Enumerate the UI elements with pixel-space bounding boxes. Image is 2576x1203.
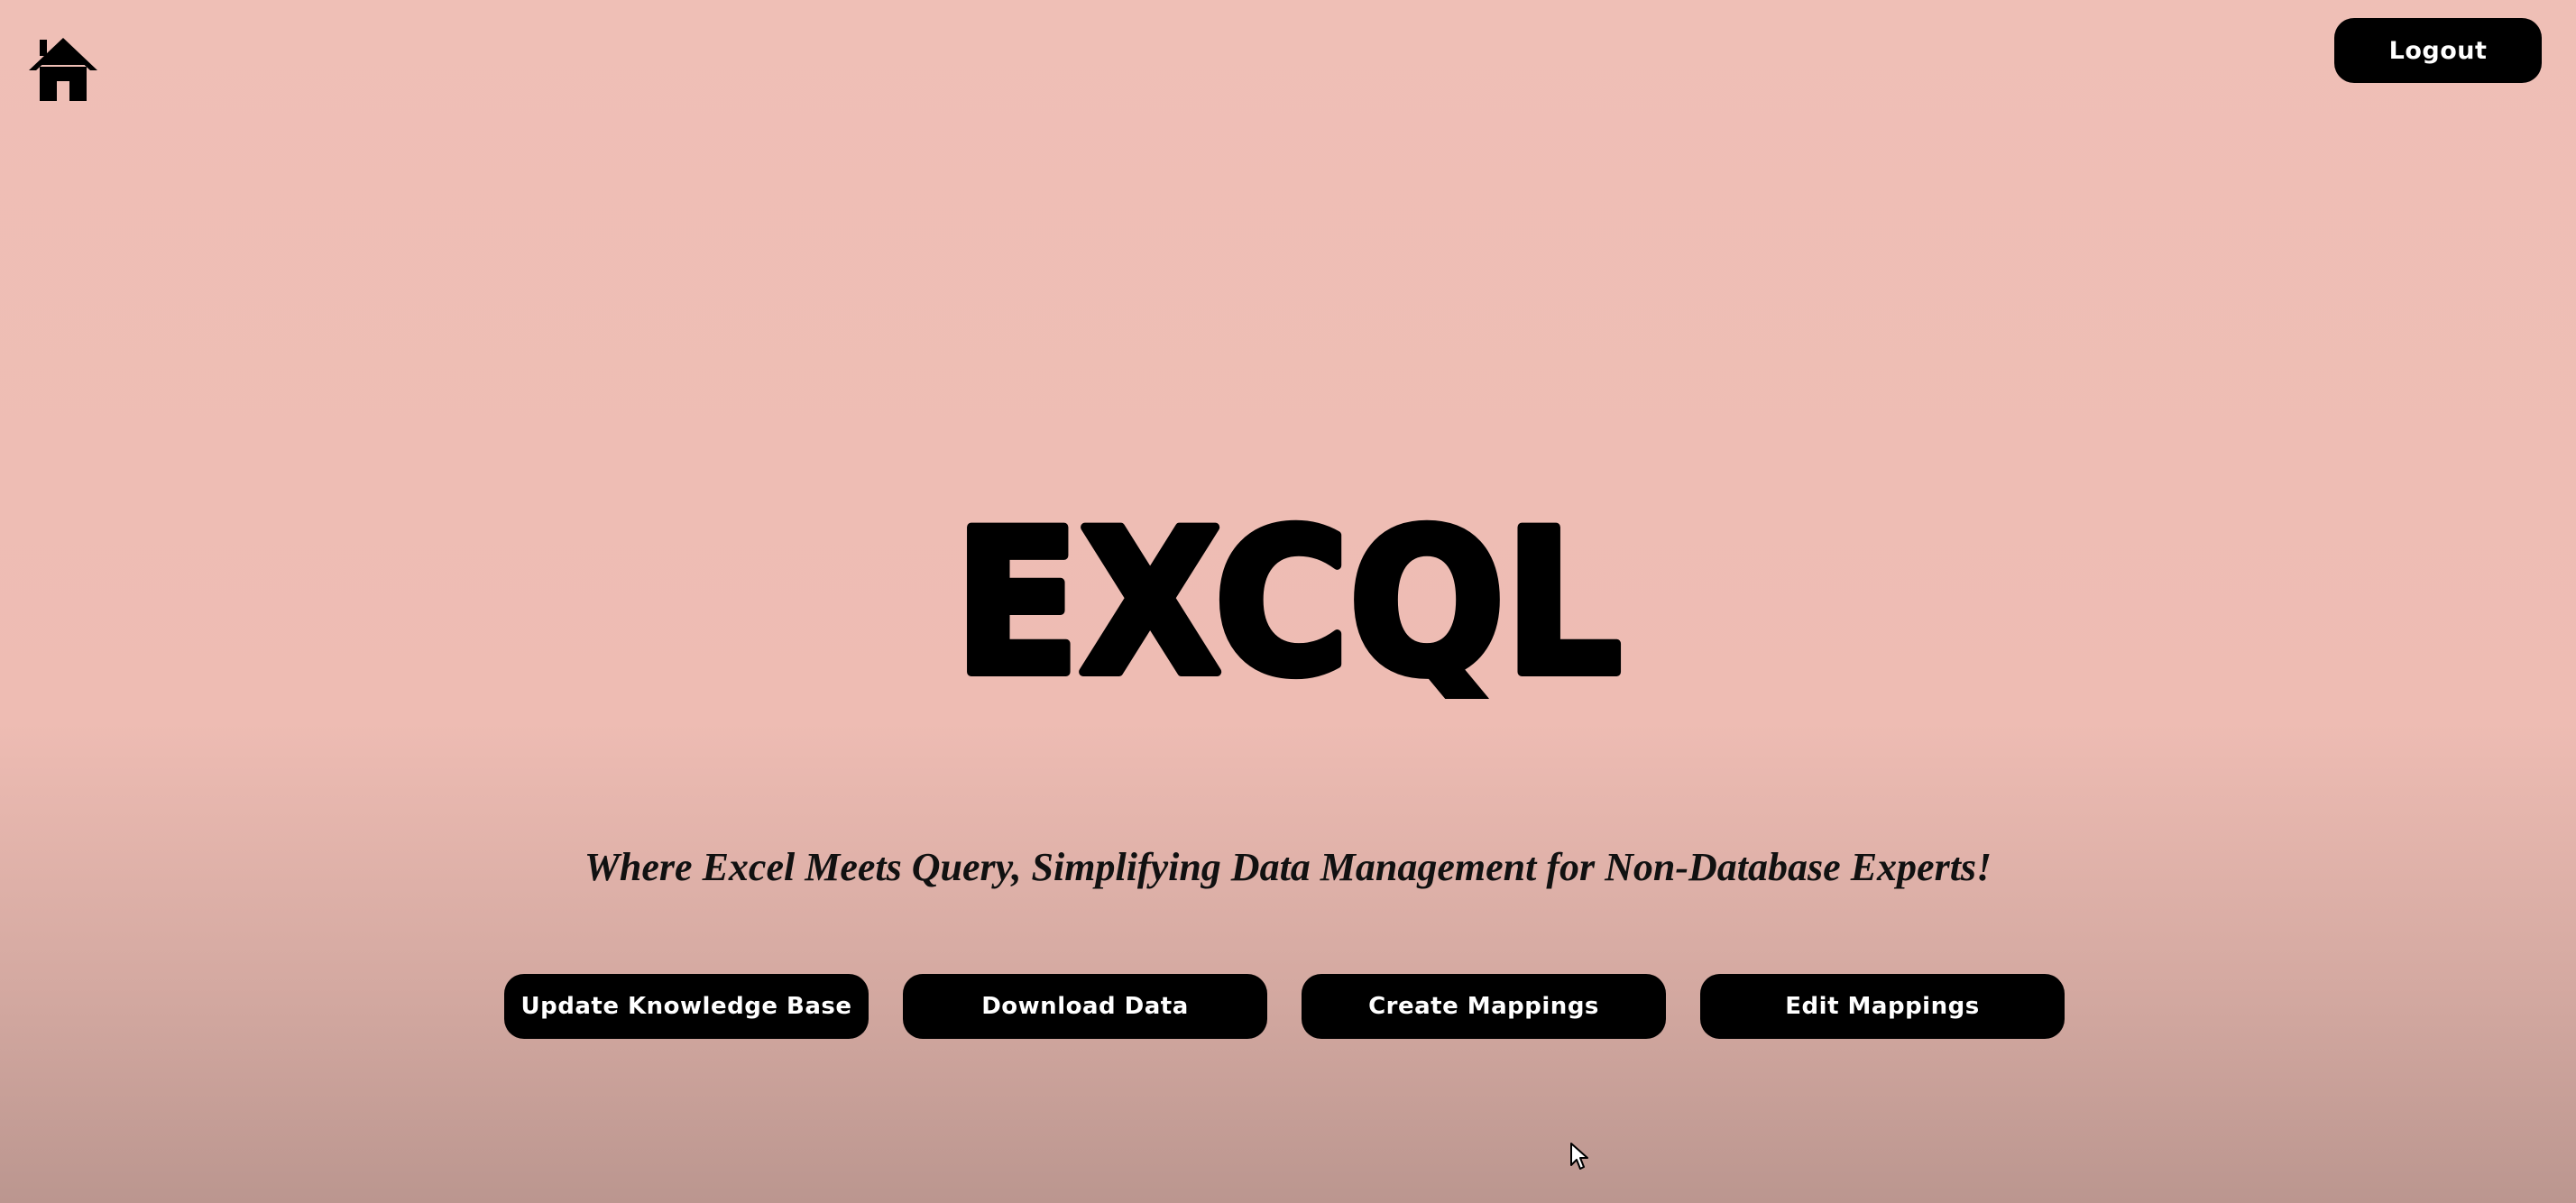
update-knowledge-base-button[interactable]: Update Knowledge Base [504, 974, 869, 1039]
logo-text-svg: EXCQL [950, 500, 1626, 699]
home-icon[interactable] [27, 32, 99, 105]
action-buttons: Update Knowledge Base Download Data Crea… [504, 974, 2065, 1039]
mouse-cursor-icon [1569, 1142, 1589, 1171]
create-mappings-button[interactable]: Create Mappings [1302, 974, 1666, 1039]
logo-text: EXCQL [954, 500, 1622, 699]
download-data-button[interactable]: Download Data [903, 974, 1267, 1039]
tagline: Where Excel Meets Query, Simplifying Dat… [584, 845, 1992, 889]
logout-button[interactable]: Logout [2334, 18, 2542, 83]
edit-mappings-button[interactable]: Edit Mappings [1700, 974, 2065, 1039]
app-logo: EXCQL [0, 500, 2576, 699]
